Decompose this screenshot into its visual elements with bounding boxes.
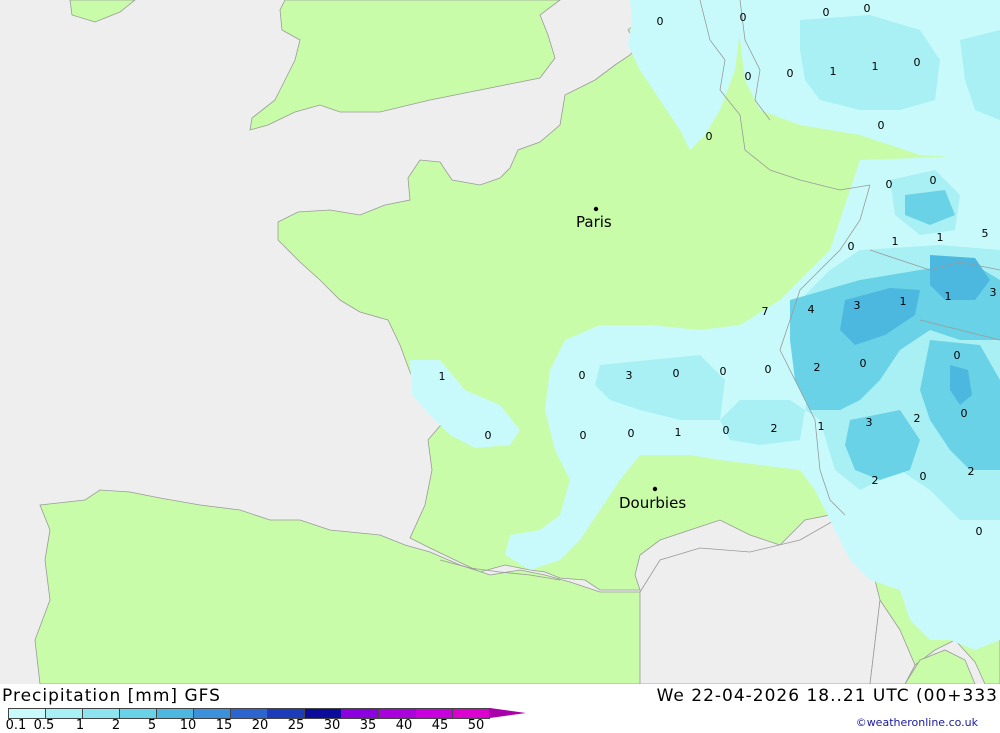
precip-value: 7 [762,305,769,318]
scale-arrow [490,708,526,718]
precip-value: 0 [920,470,927,483]
precip-value: 0 [765,363,772,376]
precip-value: 2 [771,422,778,435]
scale-tick-label: 20 [251,718,269,733]
scale-tick-label: 25 [287,718,305,733]
precip-value: 1 [830,65,837,78]
precip-value: 1 [937,231,944,244]
map-canvas: 0 0 0 0 0 0 1 1 0 0 0 0 0 0 1 1 5 7 4 3 1 1 3 2 0 0 1 0 0 3 0 0 0 0 0 1 0 2 1 3… [0,0,1000,684]
precip-value: 0 [579,369,586,382]
precip-value: 1 [872,60,879,73]
precip-value: 2 [968,465,975,478]
precip-value: 3 [866,416,873,429]
precip-value: 0 [723,424,730,437]
city-dot-dourbies [652,486,658,492]
precip-value: 2 [914,412,921,425]
precip-value: 0 [961,407,968,420]
scale-tick-label: 15 [215,718,233,733]
precip-value: 1 [945,290,952,303]
precip-value: 4 [808,303,815,316]
precip-value: 0 [823,6,830,19]
precip-value: 0 [976,525,983,538]
precip-value: 2 [872,474,879,487]
precipitation-map: 0 0 0 0 0 0 1 1 0 0 0 0 0 0 1 1 5 7 4 3 1 1 3 2 0 0 1 0 0 3 0 0 0 0 0 1 0 2 1 3… [0,0,1000,684]
forecast-datetime: We 22-04-2026 18..21 UTC (00+333 [656,686,998,706]
scale-tick-label: 2 [111,718,121,733]
scale-tick-label: 10 [179,718,197,733]
precip-value: 1 [439,370,446,383]
precip-value: 1 [818,420,825,433]
city-dot-paris [593,206,599,212]
precip-value: 2 [814,361,821,374]
precip-value: 0 [860,357,867,370]
precip-value: 5 [982,227,989,240]
precip-value: 1 [892,235,899,248]
scale-tick-label: 45 [431,718,449,733]
scale-tick-label: 35 [359,718,377,733]
precip-value: 0 [740,11,747,24]
precip-value: 0 [485,429,492,442]
precip-value: 0 [848,240,855,253]
precip-value: 0 [787,67,794,80]
precip-value: 3 [626,369,633,382]
precip-value: 0 [930,174,937,187]
precip-value: 1 [900,295,907,308]
precip-value: 0 [914,56,921,69]
scale-tick-label: 40 [395,718,413,733]
scale-tick-label: 50 [467,718,485,733]
precip-value: 3 [854,299,861,312]
scale-ticks: 0.1 0.5 1 2 5 10 15 20 25 30 35 40 45 50 [0,718,560,733]
legend-bar: Precipitation [mm] GFS We 22-04-2026 18.… [0,684,1000,733]
precip-value: 0 [657,15,664,28]
precip-value: 0 [580,429,587,442]
scale-tick-label: 30 [323,718,341,733]
precip-value: 0 [745,70,752,83]
precip-value: 0 [878,119,885,132]
city-label-paris: Paris [576,213,612,231]
precip-value: 0 [720,365,727,378]
city-label-dourbies: Dourbies [619,494,686,512]
precip-value: 0 [886,178,893,191]
credit-link[interactable]: ©weatheronline.co.uk [856,716,978,729]
precip-value: 0 [673,367,680,380]
precip-value: 3 [990,286,997,299]
scale-tick-label: 1 [75,718,85,733]
legend-title: Precipitation [mm] GFS [2,686,221,706]
precip-value: 1 [675,426,682,439]
scale-tick-label: 5 [147,718,157,733]
precip-value: 0 [706,130,713,143]
scale-tick-label: 0.5 [33,718,55,733]
precip-value: 0 [954,349,961,362]
precip-value: 0 [864,2,871,15]
precip-value: 0 [628,427,635,440]
scale-tick-label: 0.1 [5,718,27,733]
